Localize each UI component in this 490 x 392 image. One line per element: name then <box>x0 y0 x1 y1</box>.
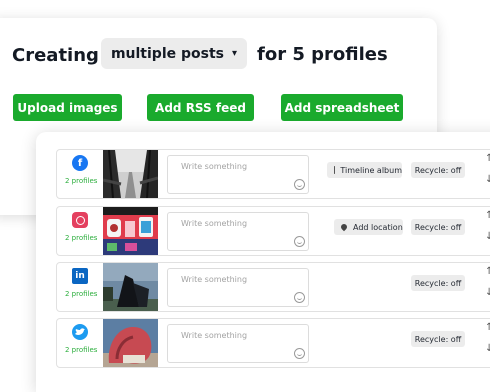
emoji-icon[interactable] <box>294 236 305 247</box>
post-text-placeholder: Write something <box>181 331 247 340</box>
chevron-down-icon: ▾ <box>232 48 237 59</box>
recycle-toggle[interactable]: Recycle: off <box>411 275 465 291</box>
post-row-facebook: f 2 profiles Write something Timeline al… <box>56 149 490 199</box>
post-mode-dropdown[interactable]: multiple posts ▾ <box>101 38 247 69</box>
post-row-instagram: 2 profiles Write something Add location … <box>56 206 490 256</box>
emoji-icon[interactable] <box>294 292 305 303</box>
recycle-toggle[interactable]: Recycle: off <box>411 219 465 235</box>
post-image-thumbnail[interactable] <box>103 150 158 198</box>
linkedin-icon: in <box>72 268 88 284</box>
post-row-twitter: 2 profiles Write something Recycle: off … <box>56 318 490 368</box>
reorder-controls: ↑ ↓ <box>483 209 490 253</box>
post-text-placeholder: Write something <box>181 162 247 171</box>
move-down-icon[interactable]: ↓ <box>485 231 490 242</box>
post-text-placeholder: Write something <box>181 219 247 228</box>
post-text-placeholder: Write something <box>181 275 247 284</box>
emoji-icon[interactable] <box>294 179 305 190</box>
recycle-toggle[interactable]: Recycle: off <box>411 331 465 347</box>
post-text-input[interactable]: Write something <box>167 155 309 194</box>
post-text-input[interactable]: Write something <box>167 212 309 251</box>
post-text-input[interactable]: Write something <box>167 324 309 363</box>
emoji-icon[interactable] <box>294 348 305 359</box>
move-up-icon[interactable]: ↑ <box>485 266 490 277</box>
profiles-count: 2 profiles <box>65 177 97 185</box>
title-suffix: for 5 profiles <box>257 44 388 65</box>
move-up-icon[interactable]: ↑ <box>485 210 490 221</box>
move-down-icon[interactable]: ↓ <box>485 287 490 298</box>
add-location-label: Add location <box>353 223 403 232</box>
timeline-album-button[interactable]: Timeline album <box>327 162 402 178</box>
add-spreadsheet-button[interactable]: Add spreadsheet <box>281 94 403 121</box>
reorder-controls: ↑ ↓ <box>483 321 490 365</box>
profiles-count: 2 profiles <box>65 290 97 298</box>
facebook-icon: f <box>72 155 88 171</box>
post-text-input[interactable]: Write something <box>167 268 309 307</box>
add-rss-feed-button[interactable]: Add RSS feed <box>147 94 254 121</box>
location-pin-icon <box>340 223 348 231</box>
move-down-icon[interactable]: ↓ <box>485 343 490 354</box>
twitter-icon <box>72 324 88 340</box>
page-title: Creating <box>12 40 99 70</box>
instagram-icon <box>72 212 88 228</box>
move-up-icon[interactable]: ↑ <box>485 153 490 164</box>
profiles-count: 2 profiles <box>65 234 97 242</box>
title-prefix: Creating <box>12 45 99 66</box>
profile-selector[interactable]: 2 profiles <box>57 207 101 255</box>
move-down-icon[interactable]: ↓ <box>485 174 490 185</box>
profile-selector[interactable]: 2 profiles <box>57 319 101 367</box>
reorder-controls: ↑ ↓ <box>483 152 490 196</box>
post-image-thumbnail[interactable] <box>103 207 158 255</box>
timeline-album-label: Timeline album <box>340 166 402 175</box>
post-image-thumbnail[interactable] <box>103 319 158 367</box>
reorder-controls: ↑ ↓ <box>483 265 490 309</box>
move-up-icon[interactable]: ↑ <box>485 322 490 333</box>
post-row-linkedin: in 2 profiles Write something Recycle: o… <box>56 262 490 312</box>
profile-selector[interactable]: f 2 profiles <box>57 150 101 198</box>
add-location-button[interactable]: Add location <box>334 219 403 235</box>
upload-images-button[interactable]: Upload images <box>13 94 122 121</box>
recycle-toggle[interactable]: Recycle: off <box>411 162 465 178</box>
post-image-thumbnail[interactable] <box>103 263 158 311</box>
profiles-count: 2 profiles <box>65 346 97 354</box>
post-mode-selected: multiple posts <box>111 46 224 62</box>
profile-selector[interactable]: in 2 profiles <box>57 263 101 311</box>
